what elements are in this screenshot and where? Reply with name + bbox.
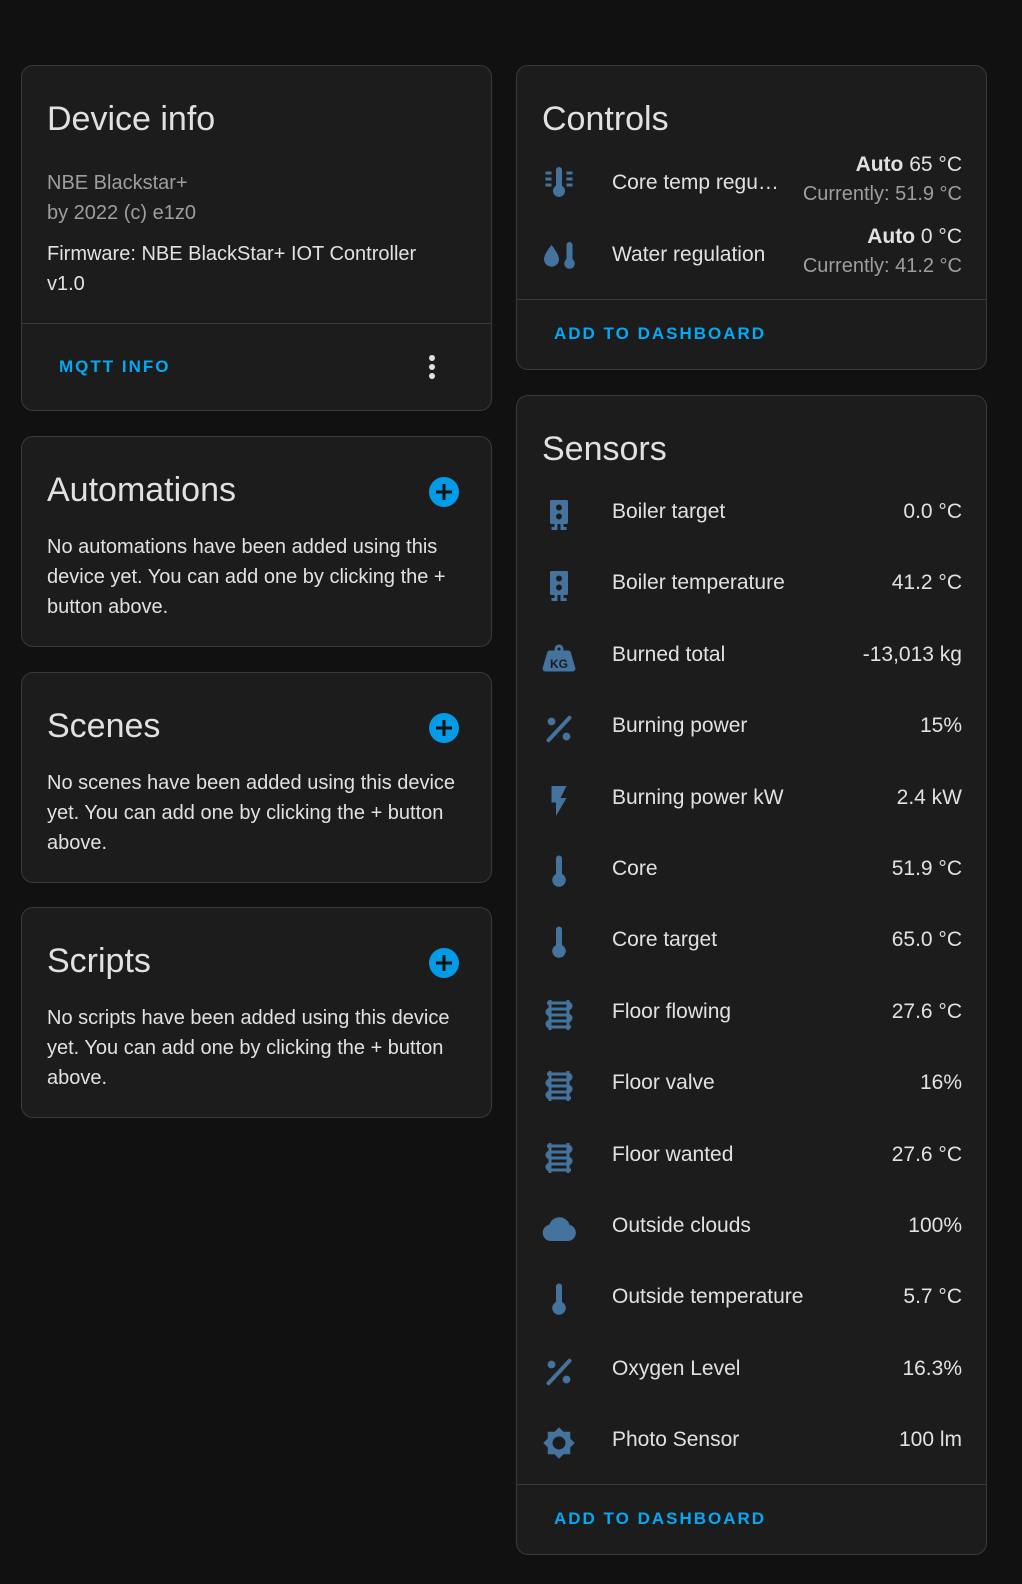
sensor-name: Boiler temperature <box>612 571 785 595</box>
device-firmware: Firmware: NBE BlackStar+ IOT Controller … <box>47 243 417 295</box>
scripts-card: Scripts No scripts have been added using… <box>21 907 492 1118</box>
sensor-value: 15% <box>919 714 962 738</box>
sensors-title: Sensors <box>542 430 667 468</box>
sensor-name: Burning power kW <box>612 785 784 809</box>
sensor-value: 16.3% <box>902 1356 962 1380</box>
add-script-button[interactable] <box>429 948 459 978</box>
control-target: 65 °C <box>909 153 962 176</box>
sensors-add-to-dashboard-button[interactable]: ADD TO DASHBOARD <box>554 1509 766 1529</box>
heating-coil-icon <box>545 1071 573 1102</box>
sensor-value: 0.0 °C <box>903 500 962 523</box>
water-thermometer-icon <box>544 242 575 269</box>
mqtt-info-button[interactable]: MQTT INFO <box>59 357 170 377</box>
automations-card: Automations No automations have been add… <box>21 436 492 647</box>
weight-kilogram-icon: KG <box>542 644 576 672</box>
scenes-card: Scenes No scenes have been added using t… <box>21 672 492 883</box>
heating-coil-icon <box>545 1142 573 1173</box>
sensor-row[interactable]: Floor wanted 27.6 °C <box>517 1128 986 1188</box>
device-model: NBE Blackstar+ <box>47 172 188 194</box>
add-scene-button[interactable] <box>429 713 459 743</box>
percent-icon <box>546 1358 572 1385</box>
control-current: Currently: 51.9 °C <box>802 183 962 205</box>
flash-icon <box>551 785 567 816</box>
sensor-row[interactable]: Boiler target 0.0 °C <box>517 485 986 545</box>
cloud-icon <box>542 1217 576 1241</box>
sensor-name: Floor flowing <box>612 999 732 1023</box>
control-name: Water regulation <box>612 243 766 266</box>
sensor-name: Floor valve <box>612 1071 715 1095</box>
device-info-card: Device info NBE Blackstar+ by 2022 (c) e… <box>21 65 492 411</box>
sensor-row[interactable]: Outside clouds 100% <box>517 1199 986 1259</box>
sensor-value: 51.9 °C <box>891 857 962 880</box>
scripts-empty-text: No scripts have been added using this de… <box>47 1007 450 1089</box>
sensor-value: 5.7 °C <box>903 1285 962 1309</box>
divider <box>22 323 491 324</box>
sensor-row[interactable]: Photo Sensor 100 lm <box>517 1413 986 1473</box>
sensor-value: 100% <box>908 1214 962 1237</box>
sensor-name: Floor wanted <box>612 1142 734 1166</box>
controls-title: Controls <box>542 100 669 138</box>
sensor-name: Outside clouds <box>612 1214 751 1237</box>
sensor-row[interactable]: Burning power kW 2.4 kW <box>517 771 986 831</box>
device-info-title: Device info <box>47 100 216 138</box>
control-row[interactable]: Core temp regu… Auto 65 °C Currently: 51… <box>517 149 986 221</box>
sensor-name: Burned total <box>612 642 726 666</box>
thermometer-icon <box>552 855 566 887</box>
sensor-name: Boiler target <box>612 500 726 523</box>
sensor-value: -13,013 kg <box>862 642 962 666</box>
sensor-row[interactable]: Floor flowing 27.6 °C <box>517 985 986 1045</box>
sensor-row[interactable]: Floor valve 16% <box>517 1056 986 1116</box>
sensor-name: Oxygen Level <box>612 1356 741 1380</box>
scenes-title: Scenes <box>47 707 161 745</box>
thermometer-lines-icon <box>545 167 573 197</box>
divider <box>517 299 986 300</box>
device-manufacturer: by 2022 (c) e1z0 <box>47 202 196 224</box>
control-target: 0 °C <box>920 225 962 248</box>
brightness-icon <box>543 1427 575 1459</box>
sensor-value: 27.6 °C <box>891 999 962 1023</box>
sensor-name: Core <box>612 857 658 880</box>
sensor-name: Photo Sensor <box>612 1428 740 1452</box>
control-mode: Auto <box>855 153 904 176</box>
control-state: Auto 0 °C <box>867 225 962 249</box>
automations-title: Automations <box>47 471 236 509</box>
thermometer-icon <box>552 1283 566 1316</box>
water-boiler-icon <box>550 500 568 530</box>
controls-add-to-dashboard-button[interactable]: ADD TO DASHBOARD <box>554 324 766 344</box>
water-boiler-icon <box>550 571 568 602</box>
sensor-value: 65.0 °C <box>891 928 962 952</box>
sensor-row[interactable]: Outside temperature 5.7 °C <box>517 1270 986 1330</box>
sensor-row[interactable]: Burning power 15% <box>517 699 986 759</box>
more-options-icon[interactable] <box>422 352 442 382</box>
sensor-value: 16% <box>919 1071 962 1095</box>
sensor-name: Core target <box>612 928 718 952</box>
controls-card: Controls Core temp regu… Auto 65 °C Curr… <box>516 65 987 370</box>
sensor-value: 2.4 kW <box>896 785 962 809</box>
sensor-name: Burning power <box>612 714 748 738</box>
control-name: Core temp regu… <box>612 171 779 194</box>
add-automation-button[interactable] <box>429 477 459 507</box>
sensor-row[interactable]: Core 51.9 °C <box>517 842 986 902</box>
scripts-title: Scripts <box>47 942 151 980</box>
control-state: Auto 65 °C <box>856 153 962 177</box>
scenes-empty-text: No scenes have been added using this dev… <box>47 772 456 854</box>
sensor-value: 27.6 °C <box>891 1142 962 1166</box>
control-row[interactable]: Water regulation Auto 0 °C Currently: 41… <box>517 221 986 293</box>
percent-icon <box>546 715 572 743</box>
sensor-value: 41.2 °C <box>891 571 962 595</box>
divider <box>517 1484 986 1485</box>
sensor-row[interactable]: KG Burned total -13,013 kg <box>517 628 986 688</box>
control-current: Currently: 41.2 °C <box>802 255 962 277</box>
sensor-row[interactable]: Boiler temperature 41.2 °C <box>517 556 986 616</box>
sensor-row[interactable]: Core target 65.0 °C <box>517 913 986 973</box>
svg-text:KG: KG <box>550 657 568 671</box>
heating-coil-icon <box>545 999 573 1030</box>
control-mode: Auto <box>867 225 916 248</box>
sensors-card: Sensors Boiler target 0.0 °C Boiler temper… <box>516 395 987 1555</box>
automations-empty-text: No automations have been added using thi… <box>47 536 446 618</box>
sensor-name: Outside temperature <box>612 1285 804 1309</box>
thermometer-icon <box>552 926 566 959</box>
sensor-value: 100 lm <box>898 1428 962 1452</box>
sensor-row[interactable]: Oxygen Level 16.3% <box>517 1342 986 1402</box>
